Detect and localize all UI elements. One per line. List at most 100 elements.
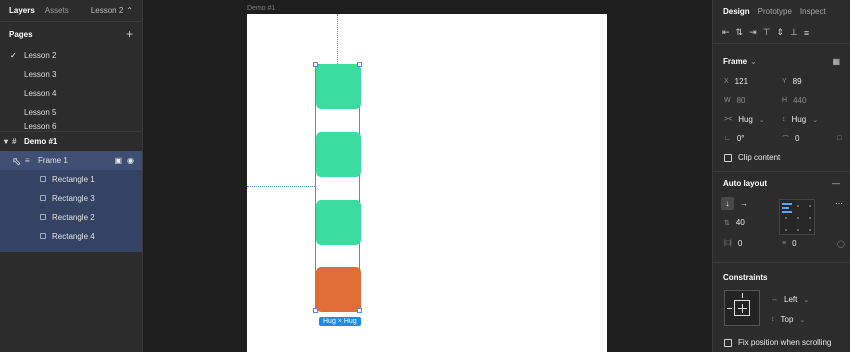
align-right-icon[interactable]: ⇥ — [749, 27, 757, 38]
align-left-icon[interactable]: ⇤ — [722, 27, 730, 38]
height-field[interactable]: H 440 — [782, 96, 806, 105]
page-item-lesson-3[interactable]: Lesson 3 — [0, 65, 142, 84]
tab-assets[interactable]: Assets — [45, 6, 69, 15]
align-center-horizontal-icon[interactable]: ⇅ — [736, 27, 744, 38]
vertical-arrows-icon: ↕ — [771, 316, 775, 323]
vertical-constraint-dropdown[interactable]: ↕ Top ⌄ — [771, 315, 805, 324]
tab-prototype[interactable]: Prototype — [758, 7, 792, 16]
layer-frame-1[interactable]: ≡ Frame 1 ▣ ◉ — [0, 151, 142, 170]
page-selector[interactable]: Lesson 2 ⌃ — [91, 6, 133, 15]
selected-auto-layout-frame[interactable] — [313, 62, 362, 313]
vertical-direction-icon[interactable]: ↓ — [721, 197, 734, 210]
horizontal-padding-icon: |□| — [724, 240, 732, 247]
grid-dot — [797, 229, 799, 231]
chevron-down-icon: ⌄ — [812, 116, 819, 124]
auto-layout-title: Auto layout — [723, 178, 767, 188]
clip-content-checkbox[interactable] — [724, 153, 732, 162]
add-page-icon[interactable]: + — [126, 27, 133, 41]
pages-title: Pages — [9, 29, 33, 39]
resize-handle[interactable] — [357, 62, 362, 67]
frame-section-title[interactable]: Frame — [723, 57, 747, 66]
guide-line-horizontal — [247, 186, 315, 187]
auto-layout-section-header: Auto layout — — [713, 172, 850, 194]
horizontal-constraint-dropdown[interactable]: ↔ Left ⌄ — [771, 295, 809, 304]
page-item-lesson-2[interactable]: ✓ Lesson 2 — [0, 46, 142, 65]
rectangle-icon — [40, 175, 46, 184]
page-label: Lesson 6 — [24, 122, 57, 131]
layers-panel: Layers Assets Lesson 2 ⌃ Pages + ✓ Lesso… — [0, 0, 143, 352]
align-bottom-icon[interactable]: ⊥ — [790, 27, 798, 38]
grid-dot — [797, 205, 799, 207]
mouse-cursor-icon: ⬁ — [12, 156, 22, 168]
fix-position-checkbox[interactable] — [724, 338, 732, 347]
tab-inspect[interactable]: Inspect — [800, 7, 826, 16]
layer-rectangle-2[interactable]: Rectangle 2 — [0, 208, 142, 227]
grid-dot — [797, 217, 799, 219]
spacing-field[interactable]: ⇅ 40 — [724, 218, 745, 227]
artboard[interactable] — [247, 14, 607, 352]
page-item-lesson-6[interactable]: Lesson 6 — [0, 122, 142, 131]
x-field[interactable]: X 121 — [724, 77, 748, 86]
horizontal-resize-icon: >< — [724, 116, 733, 123]
frame-hash-icon: # — [12, 137, 17, 146]
spacing-icon: ⇅ — [724, 219, 730, 227]
properties-panel: Design Prototype Inspect ⇤ ⇅ ⇥ ⊤ ⇕ ⊥ ≡ F… — [712, 0, 850, 352]
layer-rectangle-4[interactable]: Rectangle 4 — [0, 227, 142, 246]
horizontal-direction-icon[interactable]: → — [740, 199, 748, 208]
vertical-padding-icon: ≡ — [782, 240, 787, 247]
frame-title[interactable]: Demo #1 — [247, 5, 275, 12]
rectangle-3[interactable] — [316, 132, 361, 177]
padding-row: |□| 0 ≡ 0 ◯ — [713, 234, 850, 253]
horizontal-padding-field[interactable]: |□| 0 — [724, 239, 742, 248]
page-item-lesson-4[interactable]: Lesson 4 — [0, 84, 142, 103]
resize-to-fit-icon[interactable]: ▦ — [832, 57, 840, 66]
constraint-top-tick[interactable] — [742, 293, 743, 298]
layer-rectangle-3[interactable]: Rectangle 3 — [0, 189, 142, 208]
page-label: Lesson 5 — [24, 108, 57, 117]
alignment-toolbar: ⇤ ⇅ ⇥ ⊤ ⇕ ⊥ ≡ — [713, 22, 850, 44]
lock-icon[interactable]: ▣ — [114, 156, 122, 165]
tab-design[interactable]: Design — [723, 7, 750, 16]
constraints-widget[interactable] — [724, 290, 760, 326]
align-center-vertical-icon[interactable]: ⇕ — [776, 27, 784, 38]
resize-handle[interactable] — [313, 308, 318, 313]
resize-handle[interactable] — [357, 308, 362, 313]
chevron-down-icon[interactable]: ⌄ — [750, 57, 757, 66]
rectangle-2[interactable] — [316, 200, 361, 245]
layer-label: Demo #1 — [24, 137, 58, 146]
layer-rectangle-1[interactable]: Rectangle 1 — [0, 170, 142, 189]
constraints-center-icon — [734, 300, 750, 316]
rectangle-icon — [40, 213, 46, 222]
left-tabs: Layers Assets Lesson 2 ⌃ — [0, 0, 142, 22]
vertical-padding-field[interactable]: ≡ 0 — [782, 239, 797, 248]
rectangle-4[interactable] — [316, 267, 361, 312]
constraint-left-tick[interactable] — [727, 308, 732, 309]
rotation-field[interactable]: ∟ 0° — [724, 134, 745, 143]
distribute-icon[interactable]: ≡ — [804, 28, 809, 38]
rectangle-icon — [40, 232, 46, 241]
size-badge: Hug × Hug — [319, 317, 361, 326]
individual-padding-icon[interactable]: ◯ — [837, 240, 845, 248]
tab-layers[interactable]: Layers — [9, 6, 35, 15]
remove-auto-layout-icon[interactable]: — — [832, 179, 840, 188]
canvas[interactable]: Demo #1 Hug × Hug — [143, 0, 712, 352]
vertical-resizing-dropdown[interactable]: ↕ Hug ⌄ — [782, 115, 818, 124]
y-field[interactable]: Y 89 — [782, 77, 802, 86]
independent-corners-icon[interactable]: □ — [837, 135, 841, 142]
rectangle-1[interactable] — [316, 64, 361, 109]
right-tabs: Design Prototype Inspect — [713, 0, 850, 22]
layer-frame-demo[interactable]: ▾ # Demo #1 — [0, 132, 142, 151]
width-field[interactable]: W 80 — [724, 96, 746, 105]
fix-position-row[interactable]: Fix position when scrolling — [724, 338, 831, 347]
align-top-icon[interactable]: ⊤ — [763, 27, 771, 38]
grid-dot — [809, 205, 811, 207]
eye-icon[interactable]: ◉ — [127, 156, 134, 165]
clip-content-row[interactable]: Clip content — [713, 148, 850, 167]
more-options-icon[interactable]: ⋯ — [835, 199, 843, 208]
corner-radius-field[interactable]: ⌒ 0 — [782, 134, 799, 144]
resize-handle[interactable] — [313, 62, 318, 67]
page-item-lesson-5[interactable]: Lesson 5 — [0, 103, 142, 122]
layer-label: Frame 1 — [38, 156, 68, 165]
alignment-grid[interactable] — [779, 199, 815, 235]
horizontal-resizing-dropdown[interactable]: >< Hug ⌄ — [724, 115, 765, 124]
